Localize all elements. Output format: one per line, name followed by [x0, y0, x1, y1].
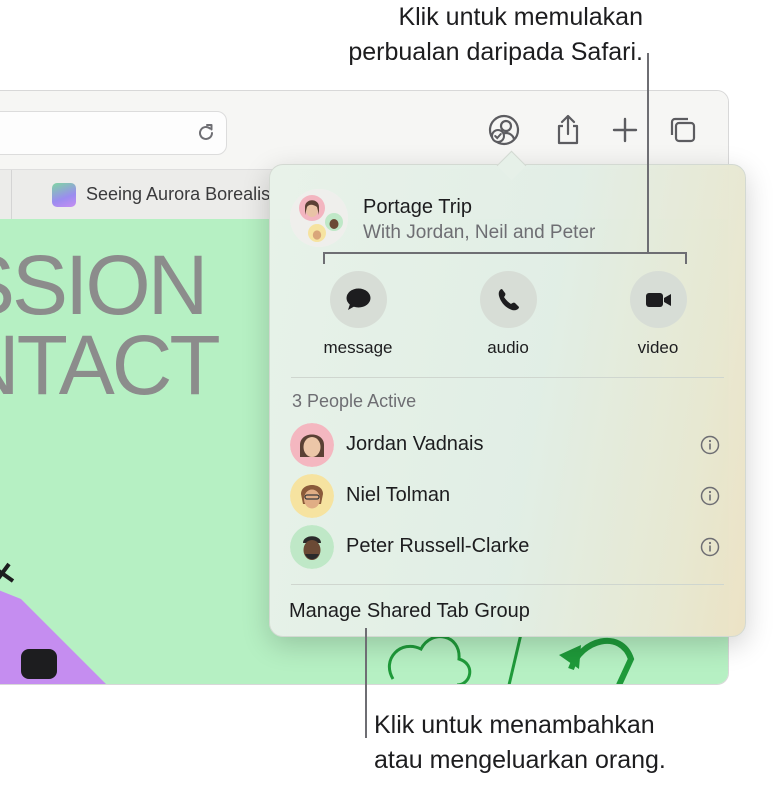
manage-shared-tab-group-button[interactable]: Manage Shared Tab Group [289, 600, 530, 623]
callout-start-conversation: Klik untuk memulakan perbualan daripada … [348, 0, 643, 70]
people-active-header: 3 People Active [292, 391, 417, 411]
divider-people [291, 584, 724, 585]
avatar [290, 423, 334, 467]
callout-top-bracket-left [323, 252, 325, 264]
audio-call-button[interactable]: audio [463, 271, 553, 361]
person-name: Jordan Vadnais [346, 433, 484, 455]
info-icon[interactable] [700, 537, 720, 557]
info-icon[interactable] [700, 435, 720, 455]
person-name: Niel Tolman [346, 484, 451, 506]
person-row: Jordan Vadnais [290, 423, 730, 467]
person-row: Niel Tolman [290, 474, 730, 518]
divider-actions [291, 377, 724, 378]
tab-favicon-icon [52, 183, 76, 207]
video-call-button[interactable]: video [613, 271, 703, 361]
person-row: Peter Russell-Clarke [290, 525, 730, 569]
group-title: Portage Trip [363, 196, 472, 218]
callout-top-line-1: Klik untuk memulakan [398, 3, 643, 31]
address-bar[interactable] [0, 111, 227, 155]
message-button[interactable]: message [313, 271, 403, 361]
shared-tab-group-icon[interactable] [487, 113, 521, 147]
new-tab-plus-icon[interactable] [608, 113, 642, 147]
audio-label: audio [487, 338, 529, 357]
group-subtitle: With Jordan, Neil and Peter [363, 222, 596, 243]
callout-top-bracket-right [685, 252, 687, 264]
tab-overview-icon[interactable] [666, 113, 700, 147]
share-icon[interactable] [551, 113, 585, 147]
collaboration-popover: Portage Trip With Jordan, Neil and Peter… [269, 150, 746, 637]
callout-bottom-line-2: atau mengeluarkan orang. [374, 746, 666, 774]
callout-manage-people: Klik untuk menambahkan atau mengeluarkan… [374, 708, 666, 778]
avatar [290, 525, 334, 569]
callout-bottom-leader-line [365, 628, 367, 738]
callout-top-line-2: perbualan daripada Safari. [348, 38, 643, 66]
tab-seeing-aurora[interactable]: Seeing Aurora Borealis [11, 170, 302, 220]
video-camera-icon [645, 293, 671, 307]
message-bubble-icon [346, 288, 370, 310]
callout-bottom-line-1: Klik untuk menambahkan [374, 711, 655, 739]
message-label: message [323, 338, 393, 357]
phone-icon [498, 289, 519, 311]
avatar [290, 474, 334, 518]
info-icon[interactable] [700, 486, 720, 506]
group-avatar-icon [290, 189, 348, 247]
toolbar [0, 91, 728, 169]
tab-title: Seeing Aurora Borealis [86, 184, 271, 204]
person-name: Peter Russell-Clarke [346, 535, 530, 557]
reload-icon[interactable] [194, 121, 218, 145]
video-label: video [637, 338, 679, 357]
callout-top-bracket [323, 252, 687, 254]
callout-top-leader-line [647, 53, 649, 253]
